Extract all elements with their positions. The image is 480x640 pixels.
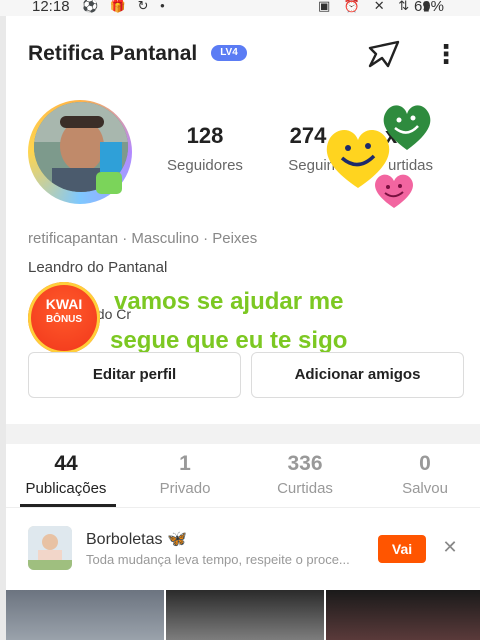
post-thumbnail[interactable] xyxy=(166,590,324,640)
tab-likes-count[interactable]: 336 xyxy=(250,452,360,476)
tab-private[interactable]: Privado xyxy=(130,480,240,497)
notification-icons: ⚽ 🎁 ↻ • xyxy=(82,0,169,13)
story-title[interactable]: Borboletas 🦋 xyxy=(86,529,187,549)
post-thumbnail[interactable] xyxy=(6,590,164,640)
share-icon[interactable] xyxy=(366,38,402,70)
edit-profile-button[interactable]: Editar perfil xyxy=(28,352,241,398)
real-name: Leandro do Pantanal xyxy=(28,259,168,276)
kwai-bonus-line1: KWAI xyxy=(45,296,83,312)
tab-saved-count[interactable]: 0 xyxy=(370,452,480,476)
profile-title: Retifica Pantanal xyxy=(28,42,198,65)
overlay-text-line2: segue que eu te sigo xyxy=(110,327,348,354)
tab-likes[interactable]: Curtidas xyxy=(250,480,360,497)
level-badge: LV4 xyxy=(211,45,247,61)
tab-saved[interactable]: Salvou xyxy=(370,480,480,497)
section-divider xyxy=(6,424,480,444)
story-subtitle: Toda mudança leva tempo, respeite o proc… xyxy=(86,552,350,567)
kwai-bonus-line2: BÔNUS xyxy=(45,314,83,325)
tab-posts[interactable]: Publicações xyxy=(11,480,121,497)
go-button[interactable]: Vai xyxy=(378,535,426,563)
add-friends-button[interactable]: Adicionar amigos xyxy=(251,352,464,398)
status-time: 12:18 xyxy=(32,0,70,15)
profile-tags: retificapantan · Masculino · Peixes xyxy=(28,230,258,247)
overlay-text-line1: vamos se ajudar me xyxy=(114,288,344,315)
tabs-divider xyxy=(6,507,480,508)
more-icon[interactable]: ⋮ xyxy=(433,40,459,72)
battery-level: 69% xyxy=(414,0,445,15)
story-thumbnail[interactable] xyxy=(28,526,72,570)
followers-label[interactable]: Seguidores xyxy=(150,157,260,174)
screen-edge xyxy=(0,16,6,640)
status-bar: 12:18 ⚽ 🎁 ↻ • ▣ ⏰ ✕ ⇅ ▮ 69% xyxy=(0,0,480,16)
pink-smile-heart-sticker xyxy=(375,174,413,208)
post-thumbnail[interactable] xyxy=(326,590,480,640)
close-icon[interactable]: ✕ xyxy=(440,537,460,558)
tab-posts-count[interactable]: 44 xyxy=(11,452,121,476)
avatar-sticker xyxy=(96,172,122,194)
followers-count[interactable]: 128 xyxy=(150,123,260,149)
tab-private-count[interactable]: 1 xyxy=(130,452,240,476)
